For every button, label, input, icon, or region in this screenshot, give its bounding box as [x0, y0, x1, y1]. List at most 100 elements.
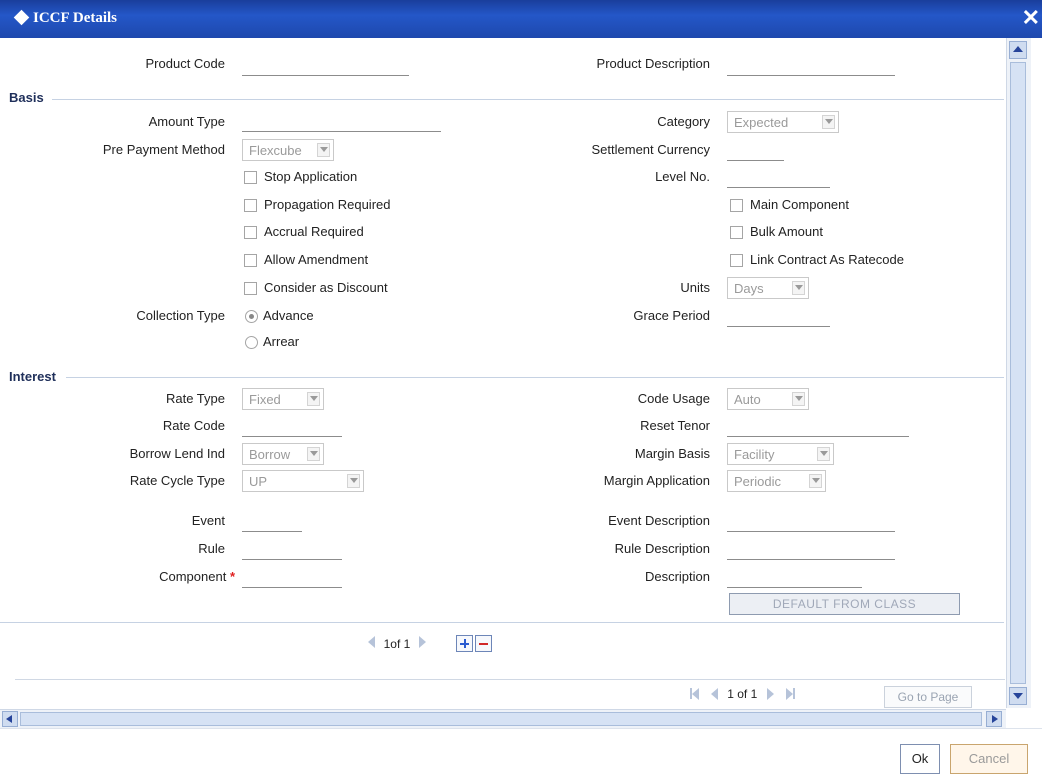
grace-period-field[interactable] [727, 326, 830, 327]
chevron-down-icon [817, 447, 830, 461]
bulk-amount-checkbox[interactable] [730, 226, 743, 239]
ok-button[interactable]: Ok [900, 744, 940, 774]
title-bar: ICCF Details ✕ [0, 0, 1042, 38]
rate-type-select[interactable]: Fixed [242, 388, 324, 410]
code-usage-select[interactable]: Auto [727, 388, 809, 410]
rate-type-label: Rate Type [165, 391, 225, 406]
borrow-lend-value: Borrow [249, 447, 291, 462]
product-code-field[interactable] [242, 75, 409, 76]
next-page-icon[interactable] [766, 687, 774, 700]
form-area: Product Code Product Description Basis A… [0, 38, 1005, 710]
window-diamond-icon [13, 9, 30, 26]
event-description-field[interactable] [727, 531, 895, 532]
chevron-down-icon [822, 115, 835, 129]
rule-field[interactable] [242, 559, 342, 560]
margin-basis-label: Margin Basis [634, 446, 710, 461]
inner-pager-text: 1of 1 [383, 637, 411, 651]
grace-period-label: Grace Period [633, 308, 710, 323]
chevron-down-icon [347, 474, 360, 488]
scroll-up-icon[interactable] [1009, 41, 1027, 59]
allow-amendment-label: Allow Amendment [264, 252, 369, 267]
add-row-icon[interactable] [456, 635, 473, 652]
outer-pager: 1 of 1 [690, 685, 795, 701]
arrear-radio[interactable] [245, 336, 258, 349]
horizontal-scrollbar[interactable] [0, 709, 1006, 728]
margin-application-select[interactable]: Periodic [727, 470, 826, 492]
description-label: Description [644, 569, 710, 584]
link-contract-as-ratecode-checkbox[interactable] [730, 254, 743, 267]
last-page-icon[interactable] [785, 687, 793, 700]
rate-cycle-select[interactable]: UP [242, 470, 364, 492]
next-icon[interactable] [418, 636, 426, 648]
code-usage-label: Code Usage [637, 391, 710, 406]
interest-section-title: Interest [9, 369, 56, 384]
category-select[interactable]: Expected [727, 111, 839, 133]
pre-payment-method-label: Pre Payment Method [102, 142, 225, 157]
accrual-required-label: Accrual Required [264, 224, 364, 239]
description-field[interactable] [727, 587, 862, 588]
scroll-right-icon[interactable] [986, 711, 1002, 727]
divider [0, 622, 1004, 623]
reset-tenor-label: Reset Tenor [640, 418, 710, 433]
units-value: Days [734, 281, 764, 296]
units-label: Units [680, 280, 710, 295]
units-select[interactable]: Days [727, 277, 809, 299]
consider-as-discount-checkbox[interactable] [244, 282, 257, 295]
allow-amendment-checkbox[interactable] [244, 254, 257, 267]
pre-payment-method-select[interactable]: Flexcube [242, 139, 334, 161]
borrow-lend-ind-label: Borrow Lend Ind [129, 446, 225, 461]
propagation-required-checkbox[interactable] [244, 199, 257, 212]
rate-code-field[interactable] [242, 436, 342, 437]
advance-radio[interactable] [245, 310, 258, 323]
amount-type-label: Amount Type [148, 114, 225, 129]
amount-type-field[interactable] [242, 131, 441, 132]
rule-description-field[interactable] [727, 559, 895, 560]
horizontal-scroll-thumb[interactable] [20, 712, 982, 726]
bulk-amount-label: Bulk Amount [750, 224, 823, 239]
settlement-currency-field[interactable] [727, 160, 784, 161]
chevron-down-icon [307, 392, 320, 406]
scroll-down-icon[interactable] [1009, 687, 1027, 705]
category-value: Expected [734, 115, 789, 130]
prev-icon[interactable] [368, 636, 375, 648]
settlement-currency-label: Settlement Currency [591, 142, 711, 157]
chevron-down-icon [317, 143, 330, 157]
delete-row-icon[interactable] [475, 635, 492, 652]
stop-application-label: Stop Application [264, 169, 358, 184]
margin-basis-select[interactable]: Facility [727, 443, 834, 465]
go-to-page-button[interactable]: Go to Page [884, 686, 972, 708]
chevron-down-icon [792, 392, 805, 406]
basis-section-title: Basis [9, 90, 44, 105]
category-label: Category [657, 114, 710, 129]
borrow-lend-select[interactable]: Borrow [242, 443, 324, 465]
stop-application-checkbox[interactable] [244, 171, 257, 184]
prev-page-icon[interactable] [710, 687, 718, 700]
product-description-field[interactable] [727, 75, 895, 76]
default-from-class-button[interactable]: DEFAULT FROM CLASS [729, 593, 960, 615]
basis-divider [52, 99, 1004, 100]
link-contract-as-ratecode-label: Link Contract As Ratecode [750, 252, 904, 267]
outer-pager-text: 1 of 1 [727, 686, 758, 701]
consider-as-discount-label: Consider as Discount [264, 280, 388, 295]
event-label: Event [191, 513, 225, 528]
advance-label: Advance [263, 308, 314, 323]
chevron-down-icon [809, 474, 822, 488]
reset-tenor-field[interactable] [727, 436, 909, 437]
scroll-left-icon[interactable] [2, 711, 18, 727]
vertical-scrollbar[interactable] [1006, 38, 1031, 708]
first-page-icon[interactable] [692, 687, 699, 700]
vertical-scroll-thumb[interactable] [1010, 62, 1026, 684]
window-title: ICCF Details [33, 10, 118, 26]
event-field[interactable] [242, 531, 302, 532]
cancel-button[interactable]: Cancel [950, 744, 1028, 774]
level-no-field[interactable] [727, 187, 830, 188]
chevron-down-icon [792, 281, 805, 295]
accrual-required-checkbox[interactable] [244, 226, 257, 239]
event-description-label: Event Description [608, 513, 710, 528]
margin-application-value: Periodic [734, 474, 781, 489]
interest-divider [66, 377, 1004, 378]
component-field[interactable] [242, 587, 342, 588]
rate-code-label: Rate Code [162, 418, 225, 433]
close-icon[interactable]: ✕ [1022, 5, 1040, 31]
main-component-checkbox[interactable] [730, 199, 743, 212]
